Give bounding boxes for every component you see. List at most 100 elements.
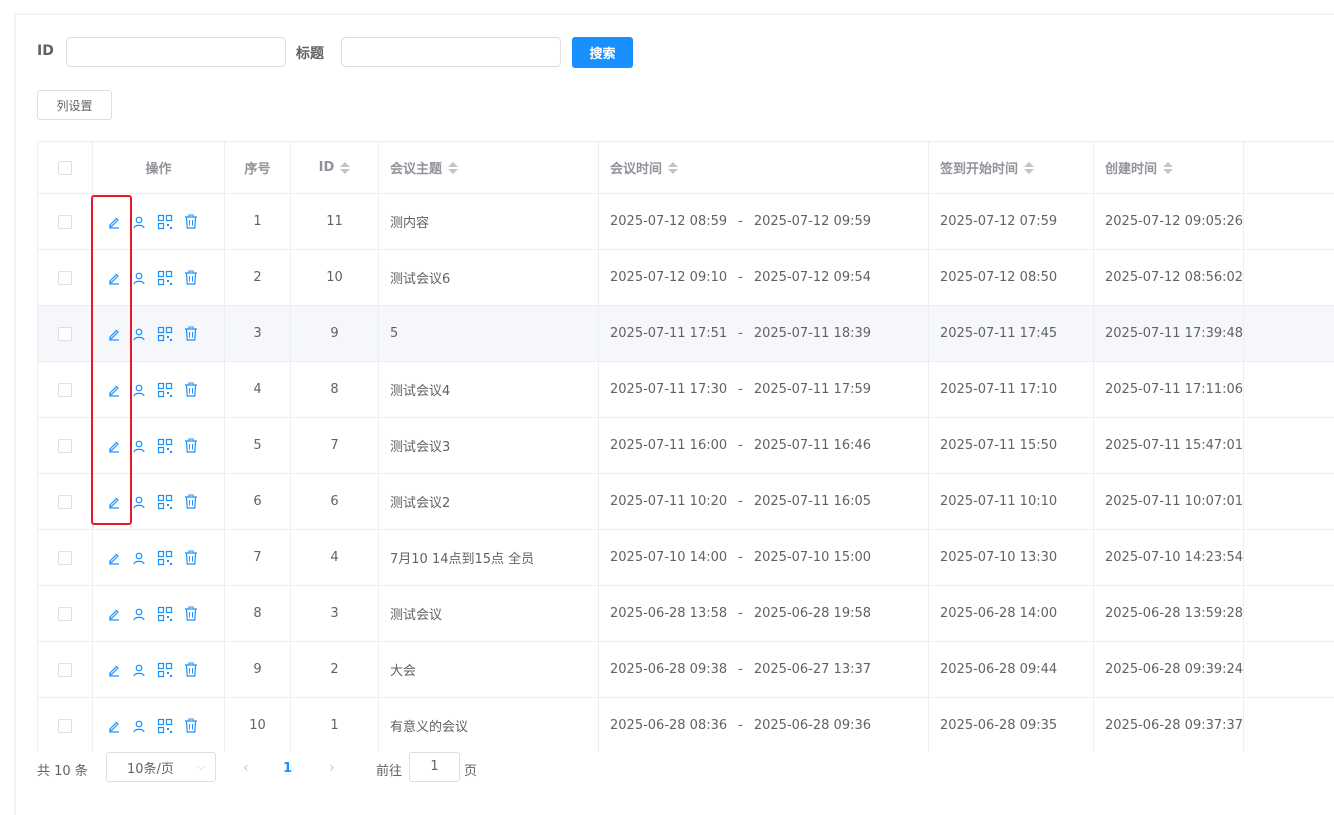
row-checkbox[interactable]	[58, 550, 72, 565]
select-all-checkbox[interactable]	[58, 160, 72, 175]
row-select-cell	[38, 586, 93, 641]
table-header-row: 操作 序号 ID 会议主题 会议时间 签到开始时间 创建时间	[38, 142, 1334, 194]
row-checkbox[interactable]	[58, 662, 72, 677]
time-start: 2025-07-11 10:20	[610, 494, 728, 509]
cell-seq: 4	[225, 362, 291, 417]
qrcode-icon[interactable]	[157, 326, 173, 342]
row-checkbox[interactable]	[58, 718, 72, 733]
time-end: 2025-07-10 15:00	[753, 550, 872, 565]
delete-icon[interactable]	[184, 494, 198, 509]
table-row: 8 3 测试会议 2025-06-28 13:58-2025-06-28 19:58 2…	[38, 586, 1334, 642]
sort-icon[interactable]	[668, 161, 679, 174]
search-button[interactable]: 搜索	[572, 37, 633, 68]
id-input[interactable]	[66, 37, 286, 67]
next-page-icon[interactable]: ›	[329, 760, 335, 776]
delete-icon[interactable]	[184, 270, 198, 285]
row-ops-cell	[93, 586, 225, 641]
user-icon[interactable]	[132, 327, 146, 341]
title-input[interactable]	[341, 37, 561, 67]
row-checkbox[interactable]	[58, 606, 72, 621]
cell-checkin: 2025-06-28 09:35	[929, 698, 1094, 752]
cell-checkin: 2025-07-12 08:50	[929, 250, 1094, 305]
sort-icon[interactable]	[340, 161, 351, 174]
header-time-label: 会议时间	[610, 162, 663, 177]
user-icon[interactable]	[132, 383, 146, 397]
cell-checkin: 2025-06-28 14:00	[929, 586, 1094, 641]
cell-created: 2025-06-28 09:37:37	[1094, 698, 1244, 752]
current-page[interactable]: 1	[283, 761, 292, 776]
user-icon[interactable]	[132, 215, 146, 229]
qrcode-icon[interactable]	[157, 606, 173, 622]
cell-created: 2025-07-11 17:39:48	[1094, 306, 1244, 361]
user-icon[interactable]	[132, 495, 146, 509]
qrcode-icon[interactable]	[157, 438, 173, 454]
sort-icon[interactable]	[1163, 161, 1174, 174]
row-checkbox[interactable]	[58, 214, 72, 229]
header-checkin[interactable]: 签到开始时间	[929, 142, 1094, 193]
cell-seq: 9	[225, 642, 291, 697]
sort-icon[interactable]	[448, 161, 459, 174]
cell-topic: 7月10 14点到15点 全员	[379, 530, 599, 585]
qrcode-icon[interactable]	[157, 662, 173, 678]
delete-icon[interactable]	[184, 326, 198, 341]
header-topic[interactable]: 会议主题	[379, 142, 599, 193]
delete-icon[interactable]	[184, 214, 198, 229]
cell-id: 8	[291, 362, 379, 417]
cell-time: 2025-07-12 08:59-2025-07-12 09:59	[599, 194, 929, 249]
cell-topic: 测试会议3	[379, 418, 599, 473]
prev-page-icon[interactable]: ‹	[243, 760, 249, 776]
header-id[interactable]: ID	[291, 142, 379, 193]
header-created[interactable]: 创建时间	[1094, 142, 1244, 193]
cell-topic: 5	[379, 306, 599, 361]
user-icon[interactable]	[132, 663, 146, 677]
user-icon[interactable]	[132, 719, 146, 733]
user-icon[interactable]	[132, 551, 146, 565]
qrcode-icon[interactable]	[157, 550, 173, 566]
header-time[interactable]: 会议时间	[599, 142, 929, 193]
edit-icon[interactable]	[107, 551, 121, 565]
delete-icon[interactable]	[184, 382, 198, 397]
column-settings-button[interactable]: 列设置	[37, 90, 112, 120]
user-icon[interactable]	[132, 271, 146, 285]
sort-icon[interactable]	[1024, 161, 1035, 174]
cell-time: 2025-06-28 13:58-2025-06-28 19:58	[599, 586, 929, 641]
row-checkbox[interactable]	[58, 438, 72, 453]
user-icon[interactable]	[132, 607, 146, 621]
row-checkbox[interactable]	[58, 494, 72, 509]
qrcode-icon[interactable]	[157, 270, 173, 286]
qrcode-icon[interactable]	[157, 494, 173, 510]
cell-topic: 测试会议	[379, 586, 599, 641]
edit-icon[interactable]	[107, 719, 121, 733]
cell-created: 2025-07-11 17:11:06	[1094, 362, 1244, 417]
cell-time: 2025-07-11 17:51-2025-07-11 18:39	[599, 306, 929, 361]
user-icon[interactable]	[132, 439, 146, 453]
title-label: 标题	[296, 46, 324, 62]
delete-icon[interactable]	[184, 606, 198, 621]
delete-icon[interactable]	[184, 718, 198, 733]
edit-icon[interactable]	[107, 607, 121, 621]
qrcode-icon[interactable]	[157, 718, 173, 734]
table-row: 10 1 有意义的会议 2025-06-28 08:36-2025-06-28 09:…	[38, 698, 1334, 752]
row-select-cell	[38, 250, 93, 305]
cell-time: 2025-07-12 09:10-2025-07-12 09:54	[599, 250, 929, 305]
delete-icon[interactable]	[184, 662, 198, 677]
qrcode-icon[interactable]	[157, 382, 173, 398]
time-separator: -	[738, 326, 743, 341]
meeting-table: 操作 序号 ID 会议主题 会议时间 签到开始时间 创建时间 1 11 测内容 202…	[37, 141, 1334, 752]
delete-icon[interactable]	[184, 550, 198, 565]
row-checkbox[interactable]	[58, 270, 72, 285]
row-select-cell	[38, 698, 93, 752]
cell-topic: 有意义的会议	[379, 698, 599, 752]
row-checkbox[interactable]	[58, 382, 72, 397]
goto-page-input[interactable]: 1	[409, 752, 460, 782]
delete-icon[interactable]	[184, 438, 198, 453]
qrcode-icon[interactable]	[157, 214, 173, 230]
edit-icon[interactable]	[107, 663, 121, 677]
time-end: 2025-07-12 09:54	[753, 270, 872, 285]
cell-topic: 大会	[379, 642, 599, 697]
cell-id: 3	[291, 586, 379, 641]
row-checkbox[interactable]	[58, 326, 72, 341]
page-size-select[interactable]: 10条/页 ⌵	[106, 752, 216, 782]
header-select-cell	[38, 142, 93, 193]
id-label: ID	[37, 43, 54, 59]
